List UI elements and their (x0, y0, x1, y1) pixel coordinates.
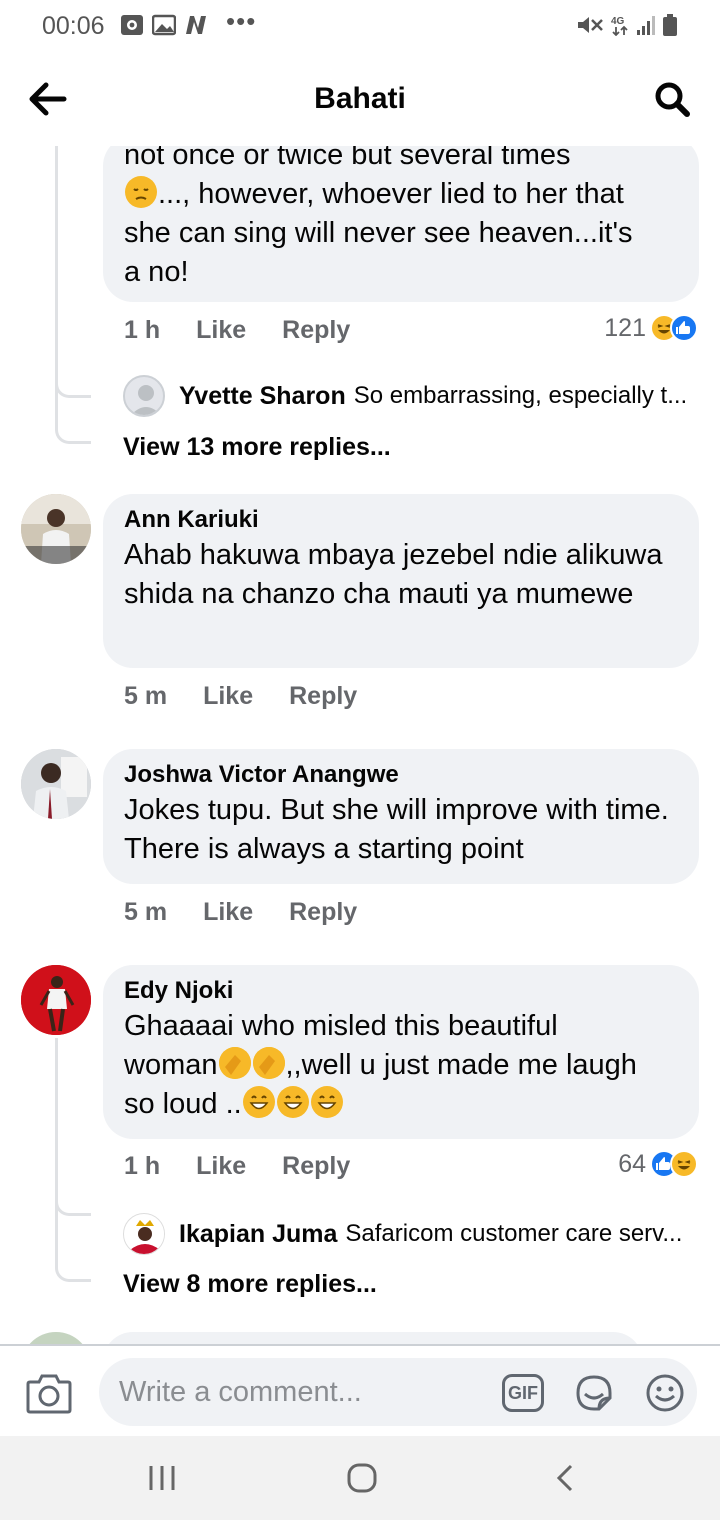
avatar[interactable] (21, 494, 91, 564)
thread-connector (55, 146, 58, 396)
view-more-replies[interactable]: View 13 more replies... (123, 433, 391, 462)
avatar[interactable] (21, 749, 91, 819)
reply-button[interactable]: Reply (289, 682, 357, 711)
reply-text: Safaricom customer care serv... (345, 1220, 683, 1247)
comment-input[interactable] (119, 1372, 479, 1412)
status-time: 00:06 (42, 12, 105, 40)
comment-actions: 5 m Like Reply (124, 894, 357, 930)
facepalm-emoji-icon (218, 1047, 251, 1079)
grinning-face-emoji-icon (310, 1086, 343, 1118)
vpn-icon (121, 15, 143, 35)
like-button[interactable]: Like (203, 682, 253, 711)
search-icon (655, 82, 690, 117)
avatar[interactable] (21, 965, 91, 1035)
smiley-icon (646, 1374, 684, 1412)
comment-time: 1 h (124, 1151, 161, 1180)
comment-text: not once or twice but several times ...,… (124, 146, 633, 288)
home-icon (347, 1463, 377, 1493)
reaction-count: 64 (618, 1149, 646, 1178)
reply-button[interactable]: Reply (282, 1152, 350, 1181)
app-header: Bahati (0, 54, 720, 146)
sticker-icon (576, 1375, 612, 1411)
gif-button[interactable]: GIF (502, 1374, 544, 1412)
recent-apps-button[interactable] (142, 1458, 182, 1498)
view-more-replies[interactable]: View 8 more replies... (123, 1270, 377, 1299)
reply-text: So embarrassing, especially t... (353, 382, 688, 409)
status-bar: 00:06 ••• 4G (0, 0, 720, 54)
camera-icon (26, 1374, 72, 1414)
thread-connector (55, 1206, 91, 1282)
comment-author[interactable]: Joshwa Victor Anangwe (124, 759, 679, 791)
camera-button[interactable] (26, 1372, 72, 1414)
grinning-face-emoji-icon (276, 1086, 309, 1118)
signal-icon (637, 16, 655, 35)
like-reaction-icon (670, 314, 698, 342)
reaction-summary[interactable]: 64 (618, 1146, 698, 1182)
comment-bubble[interactable]: Edy Njoki Ghaaaai who misled this beauti… (103, 965, 699, 1139)
grinning-face-emoji-icon (242, 1086, 275, 1118)
thread-connector (55, 386, 91, 444)
reaction-summary[interactable]: 121 (604, 310, 698, 346)
like-button[interactable]: Like (203, 898, 253, 927)
comment-text: Jokes tupu. But she will improve with ti… (124, 794, 669, 865)
avatar (123, 1213, 165, 1255)
reply-author[interactable]: Ikapian Juma (179, 1220, 337, 1249)
like-button[interactable]: Like (196, 1152, 246, 1181)
comment-bubble[interactable]: Ann Kariuki Ahab hakuwa mbaya jezebel nd… (103, 494, 699, 668)
pensive-face-emoji-icon (125, 176, 157, 208)
home-button[interactable] (342, 1458, 382, 1498)
comment-text: Ghaaaai who misled this beautiful woman,… (124, 1010, 637, 1120)
reply-button[interactable]: Reply (289, 898, 357, 927)
comment-bubble[interactable]: not once or twice but several times ...,… (103, 146, 699, 302)
reply-button[interactable]: Reply (282, 316, 350, 345)
gallery-icon (152, 14, 176, 36)
comment-bubble[interactable]: Joshwa Victor Anangwe Jokes tupu. But sh… (103, 749, 699, 884)
battery-icon (663, 14, 677, 36)
haha-reaction-icon (670, 1150, 698, 1178)
reply-preview[interactable]: Ikapian Juma Safaricom customer care ser… (123, 1212, 698, 1256)
mute-icon (578, 17, 603, 33)
comment-time: 5 m (124, 681, 168, 710)
system-nav-bar (0, 1436, 720, 1520)
comment-actions: 5 m Like Reply (124, 678, 357, 714)
comment-composer: GIF (0, 1344, 720, 1436)
search-button[interactable] (648, 76, 696, 122)
comment-author[interactable]: Ann Kariuki (124, 504, 679, 536)
chevron-left-icon (556, 1464, 573, 1492)
reaction-count: 121 (604, 313, 646, 342)
emoji-button[interactable] (644, 1372, 686, 1414)
avatar[interactable] (21, 1332, 91, 1344)
comment-text: Ahab hakuwa mbaya jezebel ndie alikuwa s… (124, 539, 663, 610)
comments-list[interactable]: not once or twice but several times ...,… (0, 146, 720, 1344)
comment-bubble[interactable] (103, 1332, 643, 1344)
reply-preview[interactable]: Yvette Sharon So embarrassing, especiall… (123, 374, 698, 418)
comment-actions: 1 h Like Reply (124, 1148, 350, 1184)
avatar (123, 375, 165, 417)
more-notifications-icon: ••• (226, 6, 257, 36)
comment-field[interactable]: GIF (99, 1358, 697, 1426)
comment-author[interactable]: Edy Njoki (124, 975, 679, 1007)
sticker-button[interactable] (573, 1372, 615, 1414)
recent-apps-icon (149, 1466, 175, 1490)
comment-actions: 1 h Like Reply (124, 312, 350, 348)
comment-time: 1 h (124, 315, 161, 344)
back-nav-button[interactable] (545, 1458, 585, 1498)
page-title: Bahati (314, 82, 406, 115)
svg-text:4G: 4G (611, 16, 625, 27)
reply-author[interactable]: Yvette Sharon (179, 382, 346, 411)
news-app-icon (186, 16, 206, 34)
4g-icon: 4G (611, 16, 628, 36)
facepalm-emoji-icon (252, 1047, 285, 1079)
like-button[interactable]: Like (196, 316, 246, 345)
comment-time: 5 m (124, 897, 168, 926)
